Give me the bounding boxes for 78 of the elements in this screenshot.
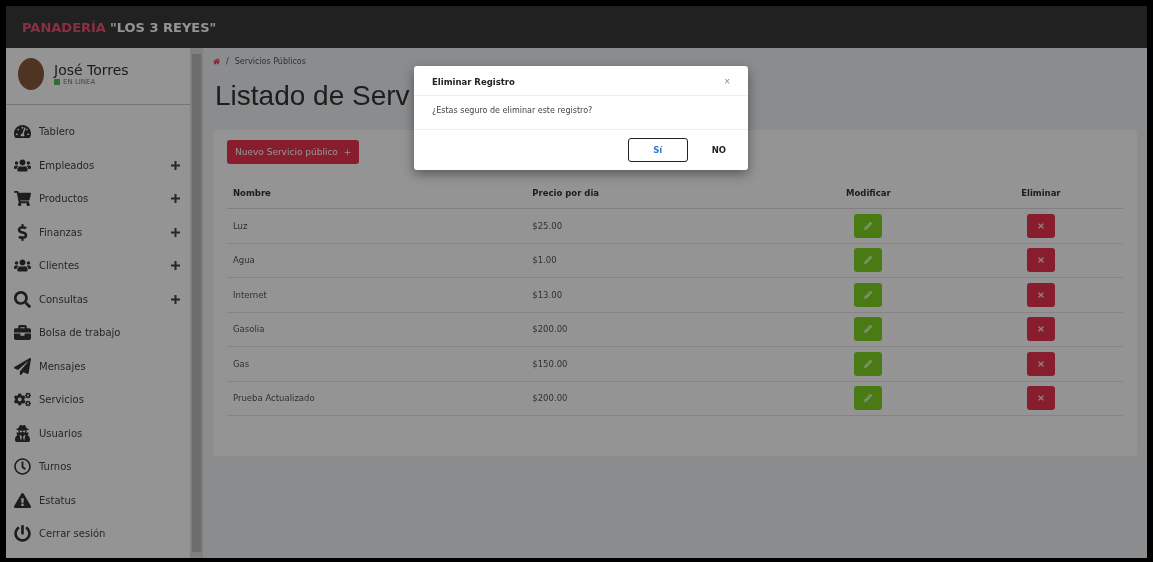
close-icon (1036, 256, 1045, 265)
user-name: José Torres (54, 62, 129, 78)
close-icon (1036, 325, 1045, 334)
cancel-button[interactable]: NO (707, 145, 730, 155)
sidebar-item[interactable]: Empleados (6, 148, 190, 182)
table-cell: Prueba Actualizado (227, 381, 527, 416)
table-cell: Internet (227, 277, 527, 312)
edit-button[interactable] (854, 351, 883, 376)
close-icon (1036, 359, 1045, 368)
table-cell: $13.00 (526, 277, 778, 312)
delete-button[interactable] (1026, 386, 1055, 411)
sidebar-item[interactable]: Turnos (6, 450, 190, 484)
menu-item-icon (14, 491, 31, 509)
breadcrumb-separator: / (226, 56, 229, 66)
delete-button[interactable] (1026, 282, 1055, 307)
pencil-icon (864, 256, 873, 265)
table-cell: $150.00 (526, 346, 778, 381)
table-cell: Gas (227, 346, 527, 381)
pencil-icon (864, 325, 873, 334)
breadcrumb-item: Servicios Públicos (234, 56, 306, 66)
table-cell: $25.00 (526, 208, 778, 243)
column-header: Eliminar (958, 178, 1123, 209)
page-title: Listado de Serv (215, 80, 410, 112)
sidebar-item[interactable]: Finanzas (6, 215, 190, 249)
menu-item-icon (14, 123, 31, 141)
delete-button[interactable] (1026, 248, 1055, 273)
home-icon[interactable] (213, 57, 220, 65)
edit-button[interactable] (854, 248, 883, 273)
sidebar-item[interactable]: Estatus (6, 483, 190, 517)
table-cell: $1.00 (526, 243, 778, 278)
edit-button[interactable] (854, 317, 883, 342)
dialog-title: Eliminar Registro (432, 76, 515, 87)
sidebar-item[interactable]: Usuarios (6, 416, 190, 450)
column-header: Nombre (227, 178, 527, 209)
pencil-icon (864, 394, 873, 403)
sidebar-item[interactable]: Consultas (6, 282, 190, 316)
menu-item-icon (14, 458, 31, 476)
pencil-icon (864, 221, 873, 230)
column-header: Modificar (777, 178, 959, 209)
column-header: Precio por dia (526, 178, 778, 209)
close-icon (1036, 290, 1045, 299)
table-cell: Agua (227, 243, 527, 278)
table-cell: $200.00 (526, 381, 778, 416)
sidebar-item[interactable]: Servicios (6, 383, 190, 417)
delete-button[interactable] (1026, 213, 1055, 238)
menu-item-icon (14, 190, 31, 208)
menu-item-icon (14, 424, 31, 442)
menu-item-icon (14, 324, 31, 342)
sidebar-item[interactable]: Tablero (6, 115, 190, 149)
menu-item-icon (14, 290, 31, 308)
close-icon (1036, 394, 1045, 403)
brand-tagline: "LOS 3 REYES" (109, 19, 217, 35)
delete-button[interactable] (1026, 351, 1055, 376)
menu-item-icon (14, 391, 31, 409)
table-cell: Luz (227, 208, 527, 243)
sidebar-item[interactable]: Bolsa de trabajo (6, 316, 190, 350)
table-cell: Gasolia (227, 312, 527, 347)
scrollbar[interactable] (190, 48, 203, 558)
dialog-message: ¿Estas seguro de eliminar este registro? (431, 105, 594, 117)
pencil-icon (864, 290, 873, 299)
close-button[interactable]: × (724, 76, 730, 87)
sidebar-item[interactable]: Mensajes (6, 349, 190, 383)
menu-item-icon (14, 525, 31, 543)
sidebar-item[interactable]: Cerrar sesión (6, 517, 190, 551)
close-icon (1036, 221, 1045, 230)
avatar (18, 58, 44, 90)
pencil-icon (864, 359, 873, 368)
edit-button[interactable] (854, 282, 883, 307)
edit-button[interactable] (854, 386, 883, 411)
brand-name: PANADERÍA (22, 19, 106, 35)
edit-button[interactable] (854, 213, 883, 238)
confirm-button[interactable]: Sí (627, 138, 688, 162)
delete-button[interactable] (1026, 317, 1055, 342)
table-cell: $200.00 (526, 312, 778, 347)
new-service-button[interactable]: Nuevo Servicio público + (227, 140, 360, 164)
sidebar-item[interactable]: Clientes (6, 249, 190, 283)
sidebar-item[interactable]: Productos (6, 182, 190, 216)
menu-item-icon (14, 357, 31, 375)
